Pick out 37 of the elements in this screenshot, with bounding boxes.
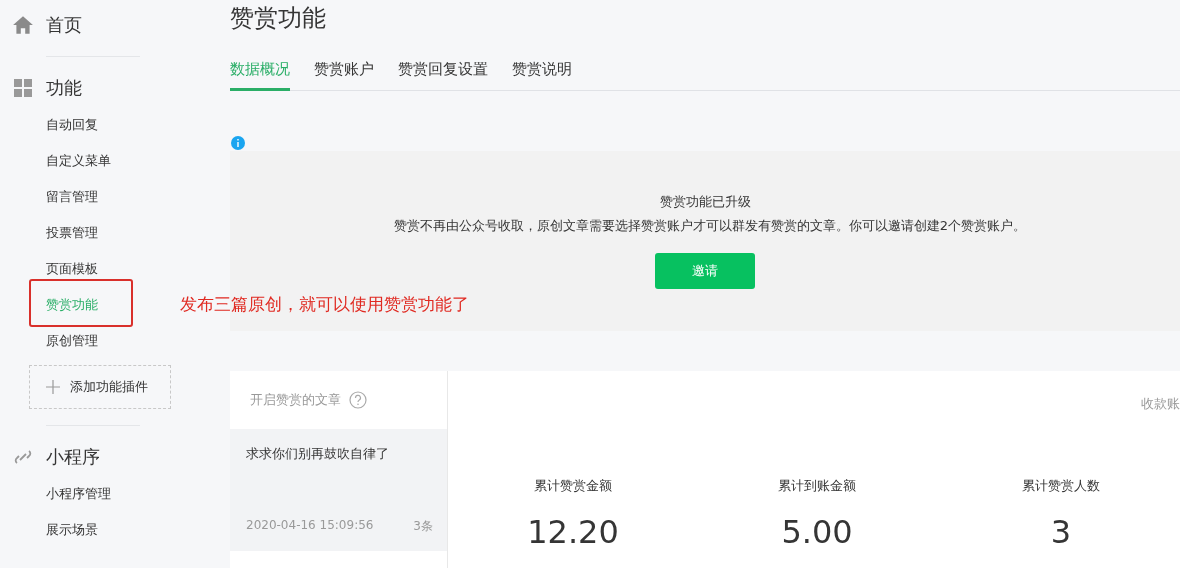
nav-section-title: 小程序 <box>46 445 100 469</box>
nav-item[interactable]: 原创管理 <box>46 332 98 350</box>
nav-item[interactable]: 自定义菜单 <box>46 152 111 170</box>
stat-label: 累计赞赏金额 <box>534 477 612 495</box>
info-icon <box>231 136 245 150</box>
nav-section-title[interactable]: 首页 <box>46 13 82 37</box>
link-icon <box>14 448 32 466</box>
stat-value: 5.00 <box>781 513 853 551</box>
article-item[interactable]: 求求你们别再鼓吹自律了 2020-04-16 15:09:56 3条 <box>230 429 447 551</box>
nav-section-title: 功能 <box>46 76 82 100</box>
stat-label: 累计到账金额 <box>778 477 856 495</box>
article-date: 2020-04-16 15:09:56 <box>246 518 374 534</box>
add-plugin-button[interactable]: 添加功能插件 <box>29 365 171 409</box>
home-icon <box>12 14 34 36</box>
nav-item[interactable]: 投票管理 <box>46 224 98 242</box>
nav-item[interactable]: 自动回复 <box>46 116 98 134</box>
stat-label: 累计赞赏人数 <box>1022 477 1100 495</box>
tab[interactable]: 赞赏回复设置 <box>398 60 488 91</box>
nav-item[interactable]: 小程序管理 <box>46 485 111 503</box>
annotation-text: 发布三篇原创，就可以使用赞赏功能了 <box>180 293 469 316</box>
help-icon <box>349 391 367 409</box>
nav-item[interactable]: 页面模板 <box>46 260 98 278</box>
nav-item[interactable]: 留言管理 <box>46 188 98 206</box>
article-count: 3条 <box>413 518 433 535</box>
page-title: 赞赏功能 <box>230 3 327 34</box>
stat-value: 12.20 <box>527 513 619 551</box>
notice-title: 赞赏功能已升级 <box>659 193 751 211</box>
grid-icon <box>14 79 32 97</box>
list-header: 开启赞赏的文章 <box>250 391 341 409</box>
article-title: 求求你们别再鼓吹自律了 <box>246 445 390 463</box>
tab[interactable]: 赞赏账户 <box>314 60 374 91</box>
plus-icon <box>46 380 60 394</box>
nav-item[interactable]: 展示场景 <box>46 521 98 539</box>
notice-text: 赞赏不再由公众号收取，原创文章需要选择赞赏账户才可以群发有赞赏的文章。你可以邀请创建2个赞赏账户。 <box>393 217 1027 235</box>
account-label: 收款账 <box>1141 395 1180 413</box>
tab[interactable]: 赞赏说明 <box>512 60 572 91</box>
stat-value: 3 <box>1050 513 1072 551</box>
